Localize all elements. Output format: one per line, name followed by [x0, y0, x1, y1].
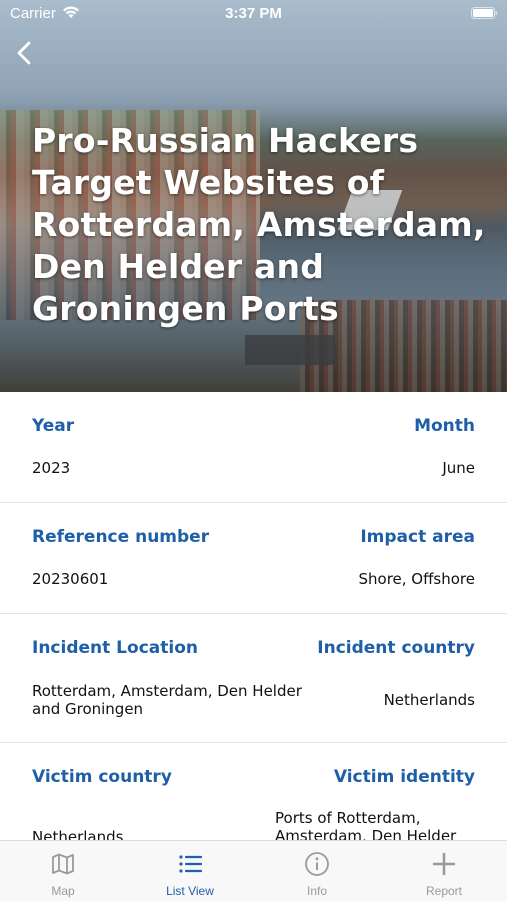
- year-label: Year: [32, 416, 75, 436]
- list-icon: [179, 855, 203, 873]
- hero-image: Carrier 3:37 PM Pro-Russian Hackers Targ…: [0, 0, 507, 392]
- month-value: June: [442, 459, 475, 477]
- incident-location-value: Rotterdam, Amsterdam, Den Helder and Gro…: [32, 682, 302, 718]
- tab-report[interactable]: Report: [381, 841, 507, 901]
- incident-country-label: Incident country: [317, 638, 475, 658]
- victim-identity-value: Ports of Rotterdam, Amsterdam, Den Helde…: [275, 809, 457, 840]
- reference-value: 20230601: [32, 570, 109, 588]
- detail-row-reference: Reference number Impact area 20230601 Sh…: [0, 503, 507, 614]
- tab-map[interactable]: Map: [0, 841, 126, 901]
- tab-report-label: Report: [425, 884, 463, 898]
- month-label: Month: [414, 416, 475, 436]
- impact-area-label: Impact area: [360, 527, 475, 547]
- detail-row-date: Year Month 2023 June: [0, 392, 507, 503]
- back-button[interactable]: [10, 36, 40, 70]
- victim-country-value: Netherlands: [32, 828, 124, 840]
- detail-row-victim: Victim country Victim identity Netherlan…: [0, 743, 507, 840]
- clock: 3:37 PM: [225, 5, 282, 22]
- article-title: Pro-Russian Hackers Target Websites of R…: [32, 121, 486, 328]
- incident-location-label: Incident Location: [32, 638, 198, 658]
- detail-row-location: Incident Location Incident country Rotte…: [0, 614, 507, 743]
- chevron-left-icon: [17, 41, 31, 65]
- incident-country-value: Netherlands: [383, 691, 475, 709]
- victim-country-label: Victim country: [32, 767, 172, 787]
- plus-icon: [433, 853, 455, 875]
- status-bar: Carrier 3:37 PM: [0, 0, 507, 28]
- incident-details: Year Month 2023 June Reference number Im…: [0, 392, 507, 840]
- reference-label: Reference number: [32, 527, 210, 547]
- tab-bar: Map List View Info Report: [0, 840, 507, 901]
- tab-list-view[interactable]: List View: [127, 841, 253, 901]
- map-icon: [52, 853, 74, 875]
- tab-info-label: Info: [306, 884, 327, 898]
- tab-map-label: Map: [51, 884, 75, 898]
- battery-icon: [471, 7, 498, 19]
- tab-info[interactable]: Info: [254, 841, 380, 901]
- tab-list-view-label: List View: [166, 884, 214, 898]
- year-value: 2023: [32, 459, 71, 477]
- info-icon: [305, 852, 329, 876]
- victim-identity-label: Victim identity: [333, 767, 475, 787]
- impact-area-value: Shore, Offshore: [358, 570, 475, 588]
